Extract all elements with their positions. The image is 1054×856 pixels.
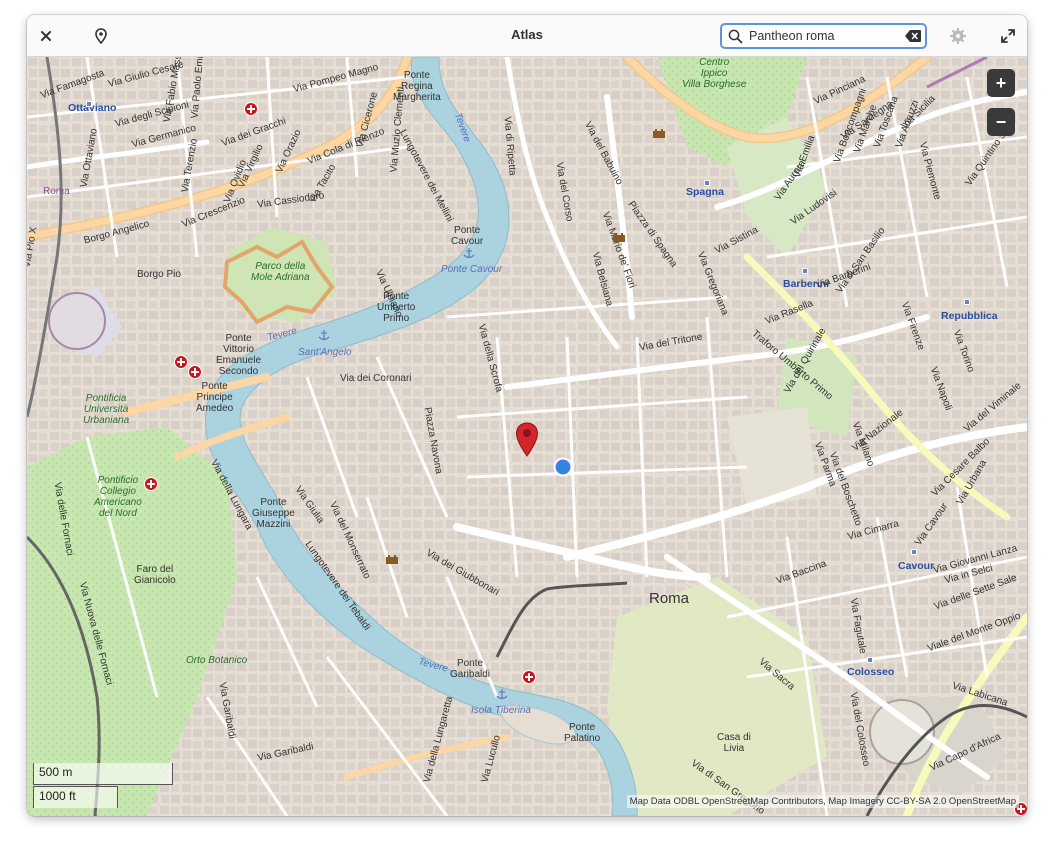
- map-label-colosseo: Colosseo: [847, 666, 895, 678]
- current-location-icon: [553, 457, 573, 477]
- anchor-icon: [318, 330, 330, 341]
- map-pin-icon: [95, 28, 107, 44]
- hospital-icon: [188, 365, 202, 379]
- hospital-icon: [244, 102, 258, 116]
- map-label-ponte-mazzini: Ponte Giuseppe Mazzini: [252, 497, 295, 530]
- fullscreen-button[interactable]: [993, 21, 1023, 51]
- map-label-ponte-cavour-water: Ponte Cavour: [441, 264, 503, 275]
- map-label-ponte-vittorio: Ponte Vittorio Emanuele Secondo: [216, 333, 262, 377]
- metro-station-icon: [86, 101, 92, 107]
- header-bar: Atlas: [27, 15, 1027, 57]
- metro-station-icon: [704, 180, 710, 186]
- map-attribution: Map Data ODBL OpenStreetMap Contributors…: [626, 795, 1019, 808]
- atlas-window: Atlas Pantheon roma Ottaviano Spagna Bar…: [27, 15, 1027, 816]
- hospital-icon: [144, 477, 158, 491]
- zoom-out-label: −: [995, 112, 1007, 132]
- map-label-faro-gianicolo: Faro del Gianicolo: [134, 564, 176, 586]
- hospital-icon: [522, 670, 536, 684]
- metro-station-icon: [964, 299, 970, 305]
- map-view[interactable]: Ottaviano Spagna Barberini Repubblica Ca…: [27, 57, 1027, 816]
- map-label-borgo-pio: Borgo Pio: [137, 269, 181, 280]
- castle-icon: [653, 129, 665, 138]
- map-label-orto-botanico: Orto Botanico: [186, 655, 248, 666]
- map-label-casa-livia: Casa di Livia: [717, 732, 751, 754]
- close-button[interactable]: [31, 21, 61, 51]
- map-label-ponte-cavour: Ponte Cavour: [451, 225, 484, 247]
- fullscreen-icon: [1001, 29, 1015, 43]
- map-label-via-dei-coronari: Via dei Coronari: [340, 373, 412, 384]
- zoom-in-label: +: [995, 73, 1007, 93]
- search-result-pin-icon[interactable]: [515, 422, 539, 458]
- map-label-isola-tiberina: Isola Tiberina: [471, 705, 531, 716]
- map-label-pontificio-collegio: Pontificio Collegio Americano del Nord: [94, 475, 142, 519]
- scale-imperial-label: 1000 ft: [39, 789, 76, 803]
- map-label-spagna: Spagna: [686, 186, 724, 198]
- map-label-ponte-principe: Ponte Principe Amedeo: [196, 381, 234, 414]
- metro-station-icon: [802, 268, 808, 274]
- search-input[interactable]: [749, 27, 899, 45]
- scale-bar-imperial: 1000 ft: [33, 786, 118, 808]
- map-label-parco-mole: Parco della Mole Adriana: [251, 261, 310, 283]
- search-field[interactable]: [720, 23, 927, 49]
- map-label-ponte-palatino: Ponte Palatino: [564, 722, 601, 744]
- zoom-out-button[interactable]: −: [987, 108, 1015, 136]
- anchor-icon: [463, 248, 475, 259]
- map-label-roma-city: Roma: [649, 590, 690, 607]
- map-label-repubblica: Repubblica: [941, 310, 998, 322]
- my-location-button[interactable]: [86, 21, 116, 51]
- map-label-ponte-garibaldi: Ponte Garibaldi: [450, 658, 491, 680]
- map-label-sant-angelo: Sant'Angelo: [298, 347, 352, 358]
- scale-metric-label: 500 m: [39, 765, 73, 779]
- anchor-icon: [496, 689, 508, 700]
- search-icon: [728, 29, 743, 44]
- map-label-roma-small: Roma: [43, 186, 70, 197]
- map-label-pontificia-urbaniana: Pontificia Università Urbaniana: [83, 393, 130, 426]
- castle-icon: [386, 555, 398, 564]
- metro-station-icon: [911, 549, 917, 555]
- map-label-cavour: Cavour: [898, 560, 935, 572]
- scale-bar-metric: 500 m: [33, 763, 173, 785]
- map-label-ottaviano: Ottaviano: [68, 102, 117, 114]
- metro-station-icon: [867, 657, 873, 663]
- castle-icon: [613, 233, 625, 242]
- map-label-centro-ippico: Centro Ippico Villa Borghese: [682, 57, 747, 90]
- settings-button[interactable]: [943, 21, 973, 51]
- window-title: Atlas: [511, 27, 543, 42]
- close-icon: [41, 31, 51, 41]
- zoom-in-button[interactable]: +: [987, 69, 1015, 97]
- hospital-icon: [174, 355, 188, 369]
- clear-text-icon[interactable]: [905, 30, 921, 42]
- gear-icon: [950, 28, 966, 44]
